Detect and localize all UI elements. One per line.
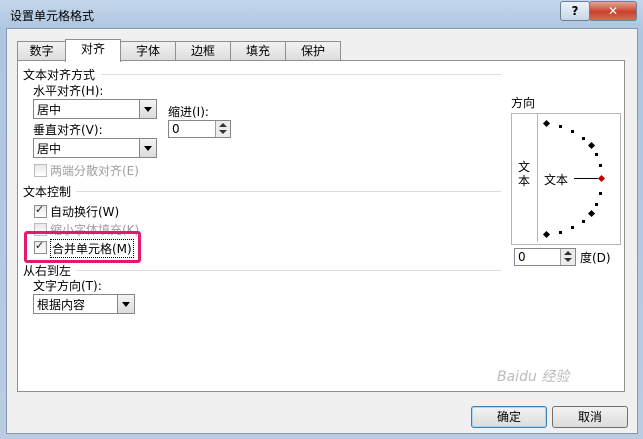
spin-down-icon[interactable] [219, 130, 227, 134]
spin-up-icon[interactable] [564, 251, 572, 255]
tab-font[interactable]: 字体 [120, 41, 176, 61]
title-bar[interactable]: 设置单元格格式 ? ✕ [0, 0, 643, 28]
justify-distributed-label: 两端分散对齐(E) [50, 164, 139, 178]
text-control-heading: 文本控制 [23, 185, 72, 199]
tab-protection[interactable]: 保护 [285, 41, 341, 61]
angle-marker[interactable] [587, 141, 596, 150]
chevron-down-icon[interactable] [139, 139, 156, 157]
angle-dot [595, 153, 598, 156]
vertical-align-select[interactable]: 居中 [33, 138, 157, 158]
text-direction-select[interactable]: 根据内容 [33, 294, 135, 314]
cancel-button[interactable]: 取消 [552, 406, 628, 428]
orientation-heading: 方向 [511, 96, 536, 110]
angle-marker[interactable] [542, 119, 551, 128]
dialog-title: 设置单元格格式 [10, 9, 95, 23]
tab-alignment[interactable]: 对齐 [65, 39, 121, 62]
angle-marker[interactable] [542, 230, 551, 239]
chevron-down-icon[interactable] [139, 100, 156, 118]
separator [101, 74, 501, 75]
indent-label: 缩进(I): [168, 105, 209, 119]
wrap-text-label: 自动换行(W) [50, 205, 120, 219]
spin-down-icon[interactable] [564, 258, 572, 262]
text-alignment-heading: 文本对齐方式 [23, 68, 96, 82]
angle-dot [582, 220, 585, 223]
indent-spinner[interactable]: 0 [168, 120, 231, 138]
tab-fill[interactable]: 填充 [230, 41, 286, 61]
ok-button[interactable]: 确定 [471, 406, 547, 428]
horizontal-align-label: 水平对齐(H): [33, 84, 104, 98]
chevron-down-icon[interactable] [117, 295, 134, 313]
horizontal-align-select[interactable]: 居中 [33, 99, 157, 119]
spin-up-icon[interactable] [219, 123, 227, 127]
indent-value: 0 [172, 122, 180, 136]
tab-border[interactable]: 边框 [175, 41, 231, 61]
orientation-control[interactable]: 文本 文本 [511, 113, 621, 245]
vertical-text-sample: 文本 [518, 160, 531, 188]
horizontal-text-sample: 文本 [544, 173, 569, 187]
wrap-text-checkbox[interactable] [34, 203, 47, 218]
close-button[interactable]: ✕ [589, 1, 637, 21]
angle-pointer [574, 178, 598, 179]
tab-number[interactable]: 数字 [17, 41, 66, 61]
format-cells-dialog: 设置单元格格式 ? ✕ 数字 对齐 字体 边框 填充 保护 文本对齐方式 水平对… [0, 0, 643, 439]
help-button[interactable]: ? [560, 1, 590, 21]
merge-cells-checkbox[interactable] [34, 239, 47, 254]
degrees-value: 0 [518, 250, 526, 264]
separator [76, 270, 501, 271]
angle-dot [559, 231, 562, 234]
separator [76, 191, 501, 192]
text-direction-label: 文字方向(T): [33, 279, 102, 293]
merge-cells-label: 合并单元格(M) [50, 239, 134, 258]
angle-handle[interactable] [597, 174, 606, 183]
angle-marker[interactable] [587, 209, 596, 218]
angle-dot [571, 226, 574, 229]
angle-dot [571, 130, 574, 133]
vertical-text-toggle[interactable]: 文本 [512, 114, 538, 242]
degrees-label: 度(D) [580, 251, 611, 265]
degrees-spinner[interactable]: 0 [514, 248, 576, 266]
vertical-align-label: 垂直对齐(V): [33, 123, 103, 137]
horizontal-align-value: 居中 [37, 103, 62, 117]
angle-dot [582, 137, 585, 140]
angle-dot [599, 192, 602, 195]
vertical-align-value: 居中 [37, 142, 62, 156]
angle-dot [595, 203, 598, 206]
angle-dot [559, 125, 562, 128]
angle-dot [599, 164, 602, 167]
justify-distributed-checkbox[interactable] [34, 164, 47, 177]
spinner-controls[interactable] [215, 121, 230, 137]
spinner-controls[interactable] [560, 249, 575, 265]
text-direction-value: 根据内容 [37, 298, 86, 312]
alignment-panel: 文本对齐方式 水平对齐(H): 居中 缩进(I): 0 垂直对齐(V): 居中 … [17, 60, 625, 392]
watermark: Baidu 经验 [497, 369, 570, 385]
